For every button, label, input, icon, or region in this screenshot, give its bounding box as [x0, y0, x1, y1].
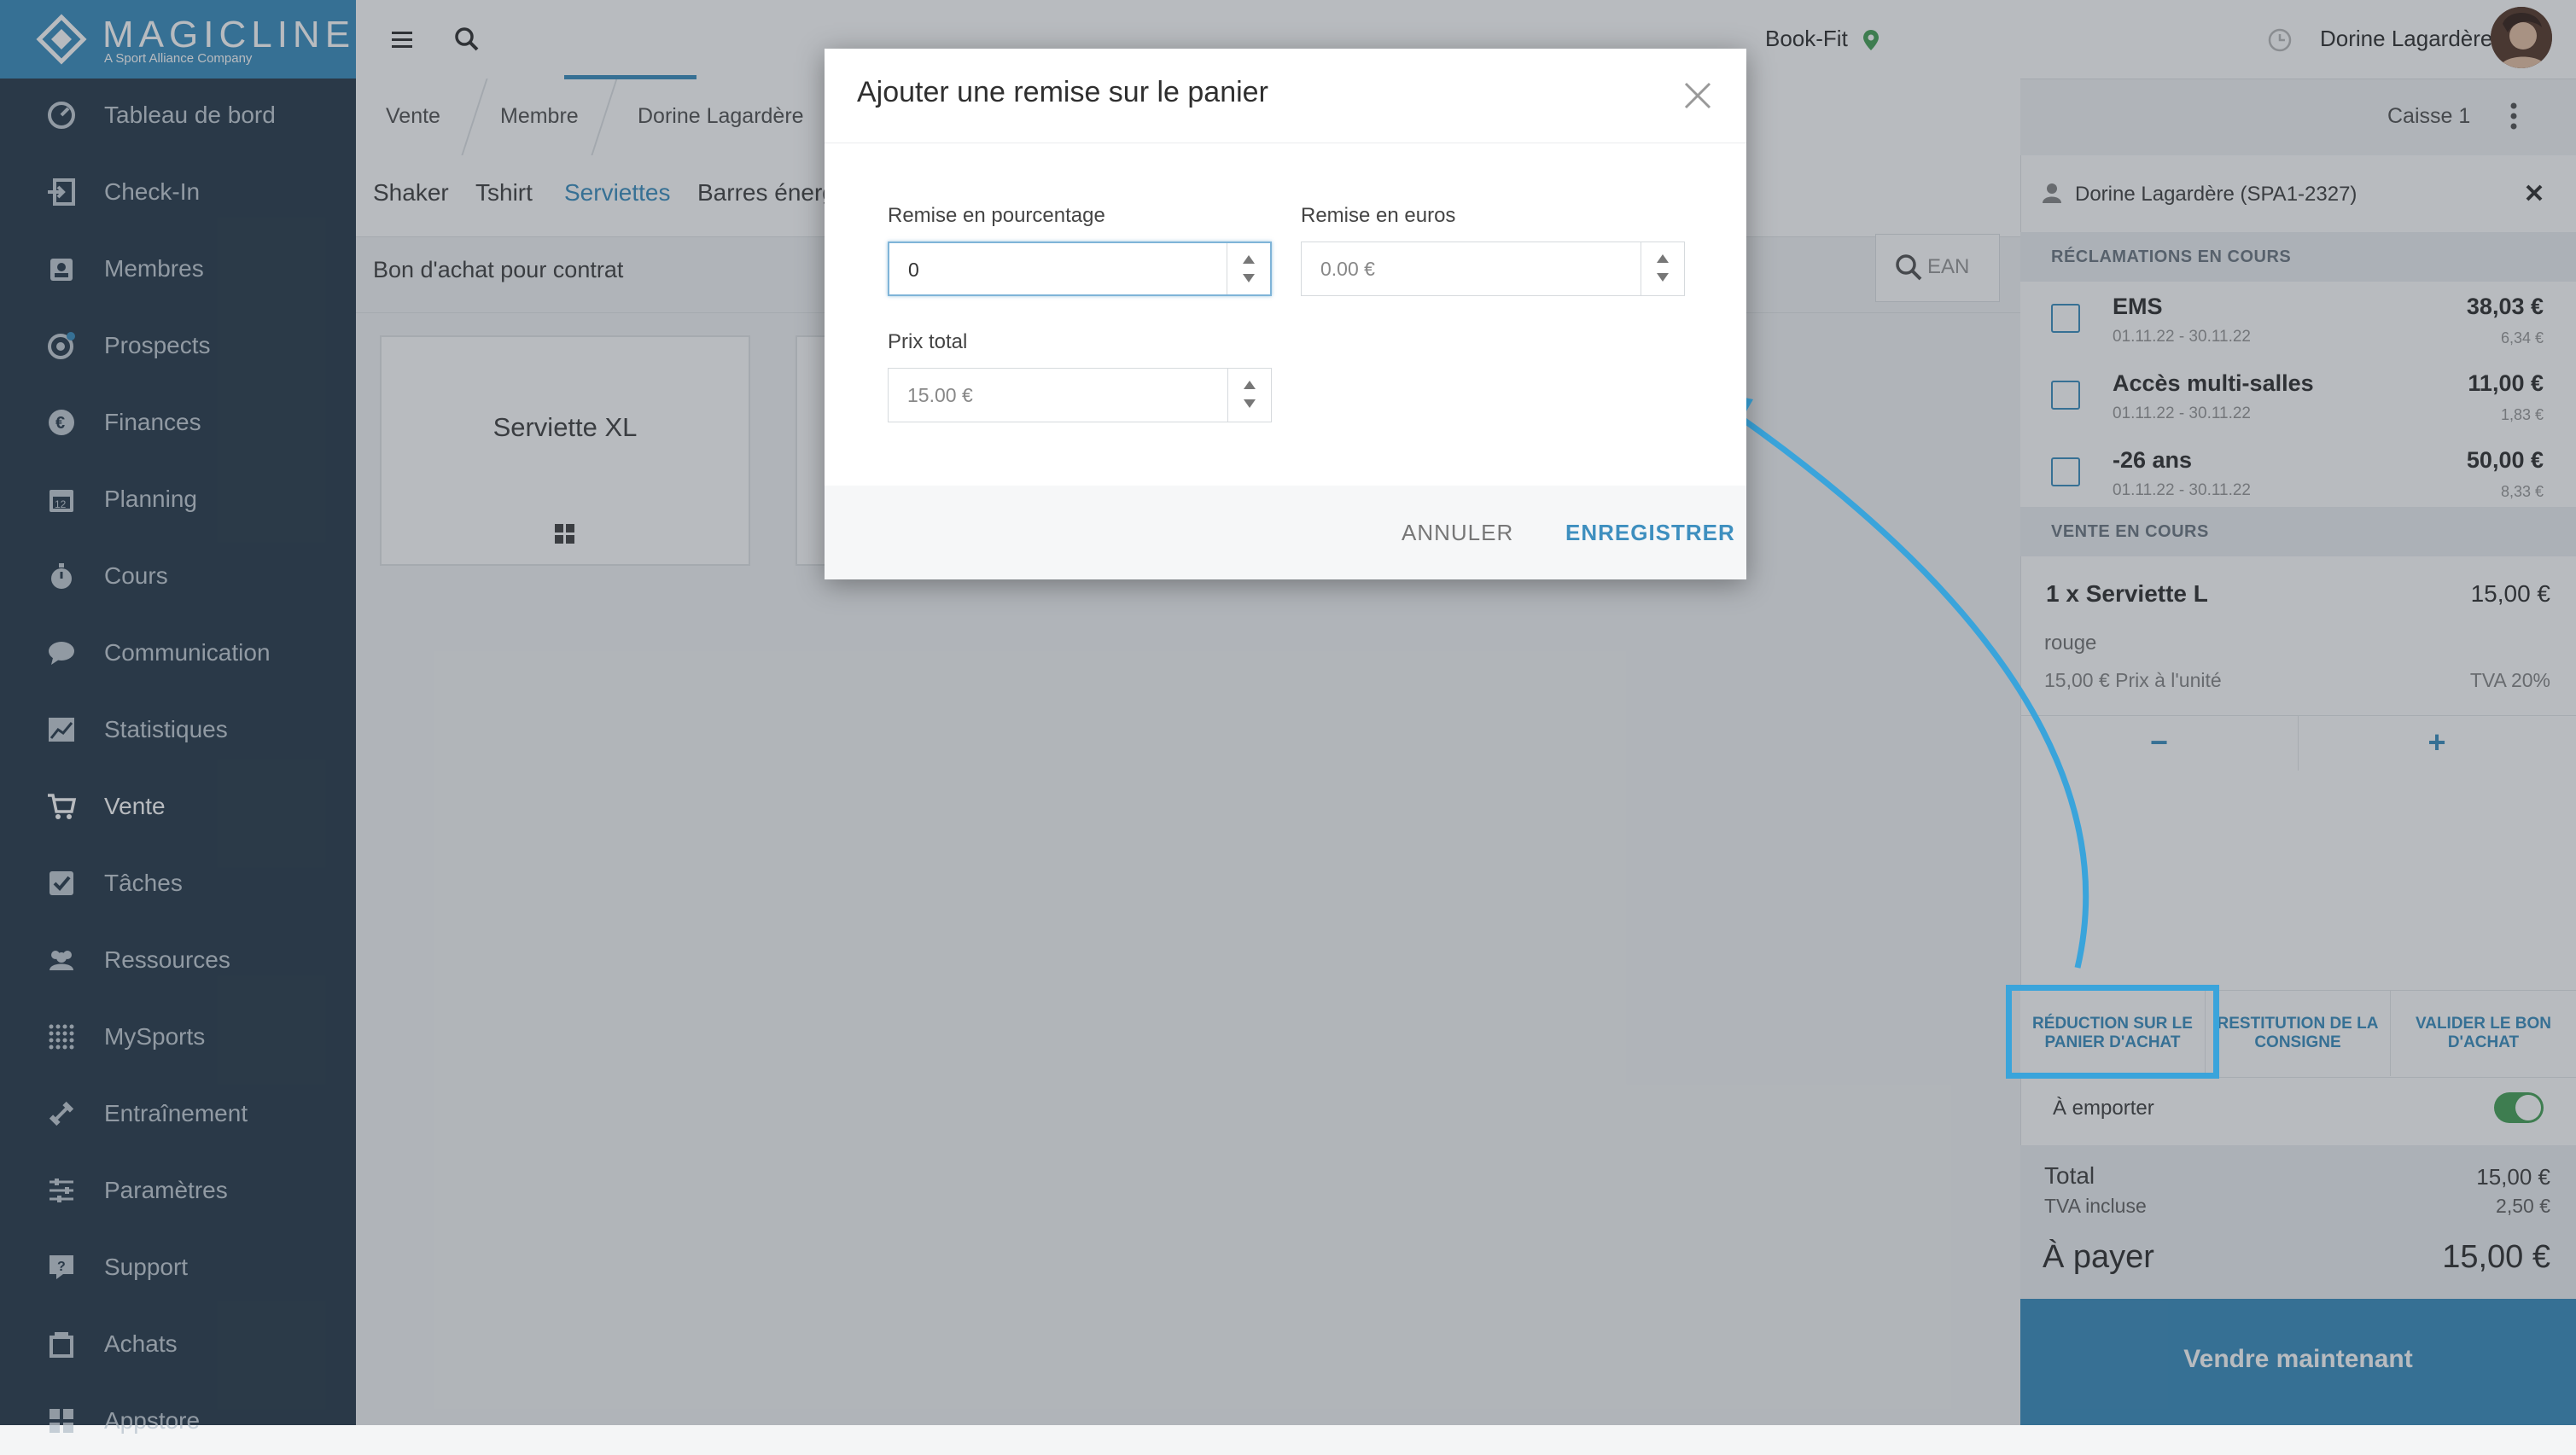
stepper-down-icon: [1243, 274, 1255, 282]
total-price-label: Prix total: [888, 330, 968, 353]
stepper-up-icon: [1657, 254, 1669, 263]
number-stepper[interactable]: [1227, 243, 1270, 294]
stepper-up-icon: [1243, 255, 1255, 264]
percent-discount-label: Remise en pourcentage: [888, 204, 1105, 227]
discount-modal: Ajouter une remise sur le panier Remise …: [825, 49, 1746, 579]
stepper-down-icon: [1657, 273, 1669, 282]
modal-title: Ajouter une remise sur le panier: [857, 76, 1268, 108]
percent-discount-value: 0: [908, 259, 919, 281]
total-price-field[interactable]: 15.00 €: [888, 368, 1272, 422]
euro-discount-label: Remise en euros: [1301, 204, 1456, 227]
close-icon[interactable]: [1683, 81, 1712, 110]
stepper-up-icon: [1244, 381, 1256, 389]
cancel-button[interactable]: ANNULER: [1402, 520, 1513, 546]
save-button[interactable]: ENREGISTRER: [1565, 520, 1735, 546]
euro-discount-field[interactable]: 0.00 €: [1301, 242, 1685, 296]
stepper-down-icon: [1244, 399, 1256, 408]
number-stepper[interactable]: [1641, 242, 1684, 295]
percent-discount-field[interactable]: 0: [888, 242, 1272, 296]
euro-discount-value: 0.00 €: [1320, 258, 1375, 280]
callout-highlight-box: [2006, 985, 2219, 1079]
number-stepper[interactable]: [1227, 369, 1271, 422]
total-price-value: 15.00 €: [907, 384, 973, 406]
